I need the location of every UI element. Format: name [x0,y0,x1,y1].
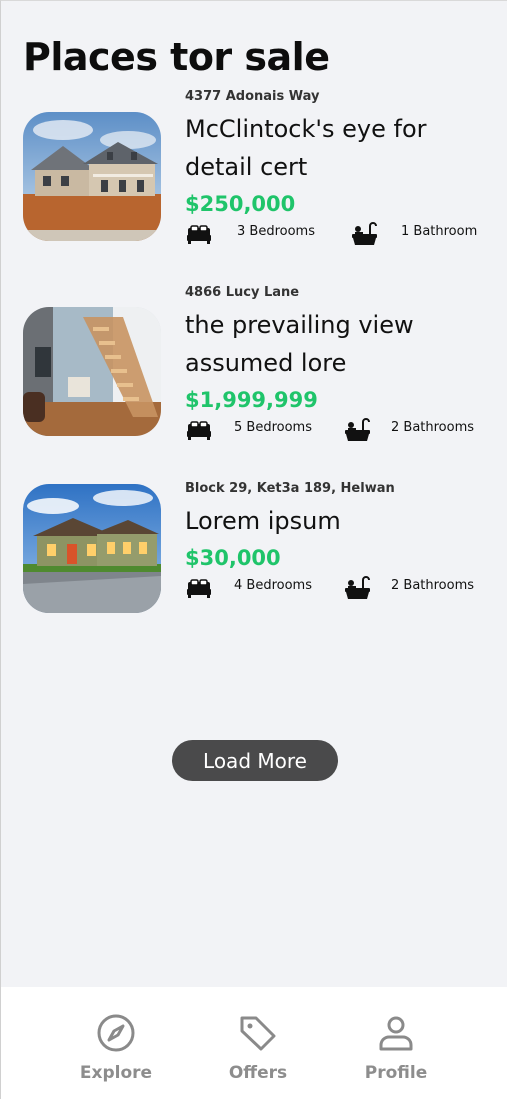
bedrooms-count: 3 Bedrooms [237,224,315,239]
bathtub-icon [352,222,377,245]
compass-icon [97,1014,135,1052]
listing-name[interactable]: Lorem ipsum [185,502,495,540]
listing-card[interactable]: 4377 Adonais Way McClintock's eye for de… [1,89,508,259]
listing-name[interactable]: the prevailing view assumed lore [185,306,495,382]
tag-icon [240,1016,276,1051]
user-icon [379,1016,413,1051]
bathtub-icon [345,418,370,441]
tab-label: Profile [364,1063,428,1083]
listing-card[interactable]: 4866 Lucy Lane the prevailing view assum… [1,285,508,455]
bathtub-icon [345,576,370,599]
listing-info: 4377 Adonais Way McClintock's eye for de… [185,89,495,250]
listing-address: Block 29, Ket3a 189, Helwan [185,481,395,496]
bed-icon [187,225,211,244]
bathrooms-count: 2 Bathrooms [391,420,475,435]
listing-address: 4866 Lucy Lane [185,285,300,300]
app-screen: Places tor sale 4377 Adonais Way McClint… [0,0,507,1099]
bed-icon [187,579,211,598]
listing-price: $1,999,999 [185,388,318,412]
listing-photo[interactable] [23,112,161,241]
listing-features: 5 Bedrooms 2 Bathrooms [185,416,495,446]
page-title: Places tor sale [23,35,330,79]
tab-label: Offers [228,1063,288,1083]
listing-address: 4377 Adonais Way [185,89,320,104]
listing-name[interactable]: McClintock's eye for detail cert [185,110,495,186]
tab-label: Explore [79,1063,153,1083]
listing-features: 3 Bedrooms 1 Bathroom [185,220,495,250]
tab-profile[interactable]: Profile [336,1013,456,1083]
tab-offers[interactable]: Offers [198,1013,318,1083]
tab-explore[interactable]: Explore [56,1013,176,1083]
listing-info: Block 29, Ket3a 189, Helwan Lorem ipsum … [185,481,495,604]
listing-photo[interactable] [23,484,161,613]
load-more-button[interactable]: Load More [172,740,338,781]
bedrooms-count: 4 Bedrooms [234,578,312,593]
listing-price: $30,000 [185,546,281,570]
listing-features: 4 Bedrooms 2 Bathrooms [185,574,495,604]
listing-info: 4866 Lucy Lane the prevailing view assum… [185,285,495,446]
bedrooms-count: 5 Bedrooms [234,420,312,435]
bottom-tab-bar: Explore Offers Profile [1,987,507,1099]
bathrooms-count: 1 Bathroom [401,224,478,239]
listing-price: $250,000 [185,192,296,216]
bed-icon [187,421,211,440]
bathrooms-count: 2 Bathrooms [391,578,475,593]
listing-photo[interactable] [23,307,161,436]
listing-card[interactable]: Block 29, Ket3a 189, Helwan Lorem ipsum … [1,481,508,651]
